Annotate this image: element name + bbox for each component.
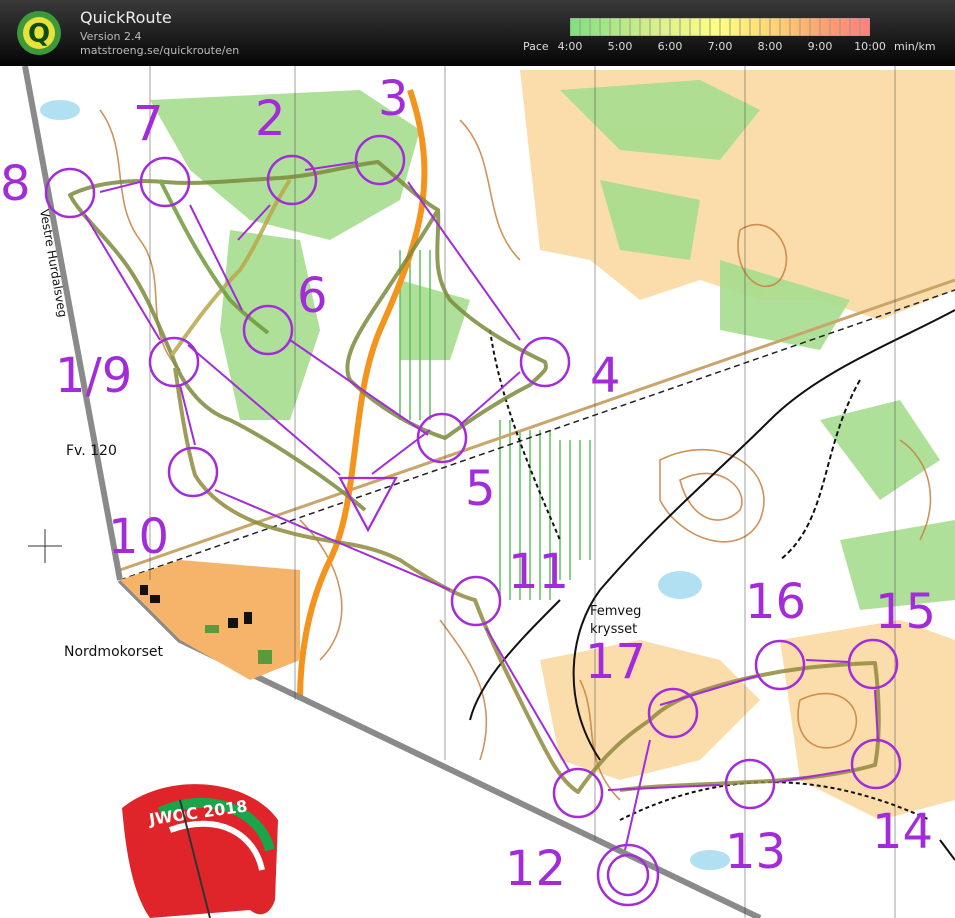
control-number: 16 [745,574,806,630]
pace-color-scale [570,18,870,36]
pace-tick: 4:00 [557,40,583,53]
control-number: 1/9 [55,348,132,404]
pace-tick: 9:00 [807,40,833,53]
pace-tick: 10:00 [854,40,886,53]
control-number: 13 [725,824,786,880]
control-number: 5 [465,461,496,517]
quickroute-logo-icon: Q [17,11,61,55]
control-number: 10 [108,509,169,565]
control-number: 15 [875,584,936,640]
control-number: 8 [0,156,31,212]
app-version: Version 2.4 [80,30,142,43]
road-name-fv-120: Fv. 120 [66,443,117,459]
control-number: 12 [505,841,566,897]
control-number: 3 [378,71,409,127]
place-name-nordmokorset: Nordmokorset [64,644,163,660]
place-name-krysset: krysset [590,622,637,637]
app-url: matstroeng.se/quickroute/en [80,44,240,57]
pace-unit: min/km [894,40,936,53]
pace-label: Pace [523,40,549,53]
control-number: 6 [297,268,328,324]
control-number: 4 [590,348,621,404]
orienteering-map[interactable]: 1/9 2 3 4 5 6 7 8 10 11 12 13 14 15 16 1… [0,66,955,918]
jwoc-logo: JWOC 2018 [122,784,278,918]
pace-tick: 5:00 [607,40,633,53]
place-name-femveg: Femveg [590,604,641,619]
pace-tick: 7:00 [707,40,733,53]
control-number: 17 [585,634,646,690]
control-number: 14 [872,804,933,860]
title-bar: Q QuickRoute Version 2.4 matstroeng.se/q… [0,0,955,66]
app-title: QuickRoute [80,8,172,27]
control-number: 2 [255,91,286,147]
svg-text:Q: Q [28,19,50,49]
control-number: 7 [133,96,164,152]
pace-tick: 6:00 [657,40,683,53]
pace-tick: 8:00 [757,40,783,53]
control-number: 11 [508,544,569,600]
